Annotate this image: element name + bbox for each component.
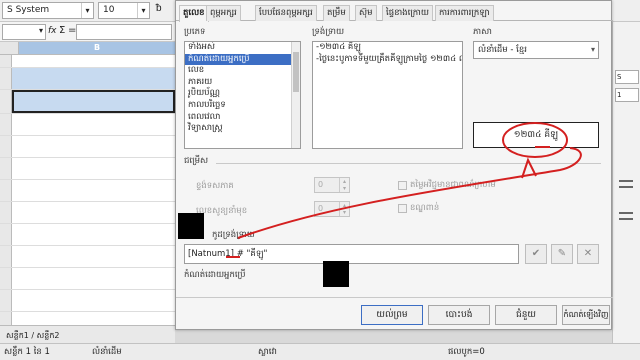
bold-icon[interactable]: ᵬ [156, 3, 162, 14]
language-combo[interactable]: លំនាំដើម - ខ្មែរ ▾ [473, 41, 599, 59]
formula-input[interactable] [76, 24, 172, 40]
format-label: ទ្រង់ទ្រាយ [312, 27, 345, 37]
reset-button[interactable]: កំណត់ឡើងវិញ [562, 305, 610, 325]
buttons-separator [176, 297, 613, 298]
font-size-value: 10 [103, 5, 115, 15]
list-item[interactable]: កាលបរិច្ឆេទ [185, 100, 300, 112]
list-item[interactable]: លេខ [185, 65, 300, 77]
language-label: ភាសា [473, 27, 492, 37]
decimal-places-label: ខ្ទង់ទសភាគ [196, 181, 234, 191]
list-item[interactable]: កំណត់ដោយអ្នកប្រើ [185, 53, 300, 66]
negative-red-label: តម្លៃអវិជ្ជមានជាពណ៌ក្រហម [410, 180, 496, 190]
sheet-grid[interactable] [0, 55, 175, 325]
chevron-down-icon[interactable]: ▾ [39, 26, 43, 35]
help-button[interactable]: ជំនួយ [495, 305, 557, 325]
leading-zeroes-value: 0 [318, 204, 324, 213]
status-sheet: សន្លឹក 1 នៃ 1 [4, 347, 50, 357]
list-item[interactable]: -ថ្ងៃនេះបូកាទទីមួយគ្រឹតគីឡូក្រាមថ្ងៃ ១២៣… [313, 54, 462, 66]
chevron-down-icon[interactable]: ▾ [591, 45, 595, 54]
leading-zeroes-spinner[interactable]: 0 ▴ ▾ [314, 201, 350, 217]
sidebar-size-combo[interactable]: 1 [615, 88, 639, 102]
edit-comment-icon[interactable]: ✎ [551, 244, 573, 264]
name-box[interactable]: ▾ [2, 24, 46, 40]
tab-alignment[interactable]: តម្រឹម [323, 5, 350, 21]
font-name-value: S System [7, 5, 50, 15]
row-header-column[interactable] [0, 55, 12, 325]
decimal-places-spinner[interactable]: 0 ▴ ▾ [314, 177, 350, 193]
status-style: លំនាំដើម [92, 347, 122, 357]
status-bar: សន្លឹក 1 នៃ 1 លំនាំដើម ស្លាវោ ផលបូក=0 [0, 343, 640, 360]
function-wizard-icon[interactable]: fx [48, 26, 57, 36]
category-label: ប្រភេទ [184, 27, 206, 37]
column-header-b[interactable]: B [18, 42, 175, 54]
thousands-separator-label: ខណ្ឌពាន់ [410, 203, 440, 213]
thousands-separator-checkbox[interactable] [398, 204, 407, 213]
options-label: ជម្រើស [184, 156, 209, 166]
indent-icon[interactable] [619, 212, 633, 220]
align-icon[interactable] [619, 180, 633, 188]
category-list[interactable]: ទាំងអស់ កំណត់ដោយអ្នកប្រើ លេខ ភាគរយ រូបិយ… [184, 41, 301, 149]
preview-box: ១២៣៤ គីឡូ [473, 122, 599, 148]
options-separator [216, 163, 601, 164]
font-size-combo[interactable]: 10 ▾ [98, 2, 150, 19]
format-code-input[interactable]: [Natnum1] # "គីឡូ" [184, 244, 519, 264]
sheet-tabs[interactable]: សន្លឹក1 / សន្លឹក2 [0, 325, 175, 343]
format-cells-dialog: តួលេខ ពុម្ពអក្សរ បែបផែនពុម្ពអក្សរ តម្រឹម… [175, 0, 613, 330]
delete-icon[interactable]: ✕ [577, 244, 599, 264]
tab-background[interactable]: ផ្ទៃខាងក្រោយ [382, 5, 433, 21]
sidebar-font-combo[interactable]: S System [615, 70, 639, 84]
negative-red-checkbox[interactable] [398, 181, 407, 190]
tab-borders[interactable]: ស៊ុម [355, 5, 377, 21]
dialog-tabbar: តួលេខ ពុម្ពអក្សរ បែបផែនពុម្ពអក្សរ តម្រឹម… [176, 3, 613, 22]
redaction-box [323, 261, 349, 287]
list-item[interactable]: -១២៣៤ គីឡូ [313, 42, 462, 54]
sum-icon[interactable]: Σ [59, 25, 65, 36]
font-name-combo[interactable]: S System ▾ [2, 2, 94, 19]
chevron-down-icon[interactable]: ▾ [81, 3, 93, 18]
language-value: លំនាំដើម - ខ្មែរ [478, 45, 527, 55]
category-scrollbar[interactable] [291, 42, 300, 148]
chevron-down-icon[interactable]: ▾ [137, 3, 149, 18]
redaction-box [178, 213, 204, 239]
sheet-tab-label[interactable]: សន្លឹក1 / សន្លឹក2 [6, 331, 60, 340]
format-list[interactable]: -១២៣៤ គីឡូ -ថ្ងៃនេះបូកាទទីមួយគ្រឹតគីឡូក្… [312, 41, 463, 149]
tab-numbers[interactable]: តួលេខ [179, 5, 209, 22]
list-item[interactable]: ពេលវេលា [185, 112, 300, 124]
tab-font-effects[interactable]: បែបផែនពុម្ពអក្សរ [255, 5, 317, 21]
list-item[interactable]: វិទ្យាសាស្ត្រ [185, 123, 300, 135]
list-item[interactable]: រូបិយប័ណ្ណ [185, 88, 300, 100]
spinner-arrows-icon[interactable]: ▴ ▾ [339, 202, 349, 216]
tab-cell-protection[interactable]: ការការពារក្រឡា [435, 5, 494, 21]
format-code-label: កូដទ្រង់ទ្រាយ [212, 230, 255, 240]
status-sum: ផលបូក=0 [448, 347, 485, 357]
active-cell[interactable] [12, 90, 175, 113]
checkmark-icon[interactable]: ✔ [525, 244, 547, 264]
selected-cell[interactable] [12, 67, 175, 89]
tab-font[interactable]: ពុម្ពអក្សរ [206, 5, 241, 21]
spinner-arrows-icon[interactable]: ▴ ▾ [339, 178, 349, 192]
cancel-button[interactable]: បោះបង់ [428, 305, 490, 325]
user-defined-hint: កំណត់ដោយអ្នកប្រើ [184, 270, 246, 280]
preview-text: ១២៣៤ គីឡូ [513, 130, 559, 140]
ok-button[interactable]: យល់ព្រម [361, 305, 423, 325]
sidebar-panel: S System 1 [612, 22, 640, 343]
status-language: ស្លាវោ [258, 347, 277, 357]
list-item[interactable]: ទាំងអស់ [185, 42, 300, 54]
decimal-places-value: 0 [318, 180, 324, 189]
format-code-value: [Natnum1] # "គីឡូ" [188, 249, 268, 259]
column-header-row: B [0, 42, 175, 55]
list-item[interactable]: ភាគរយ [185, 77, 300, 89]
